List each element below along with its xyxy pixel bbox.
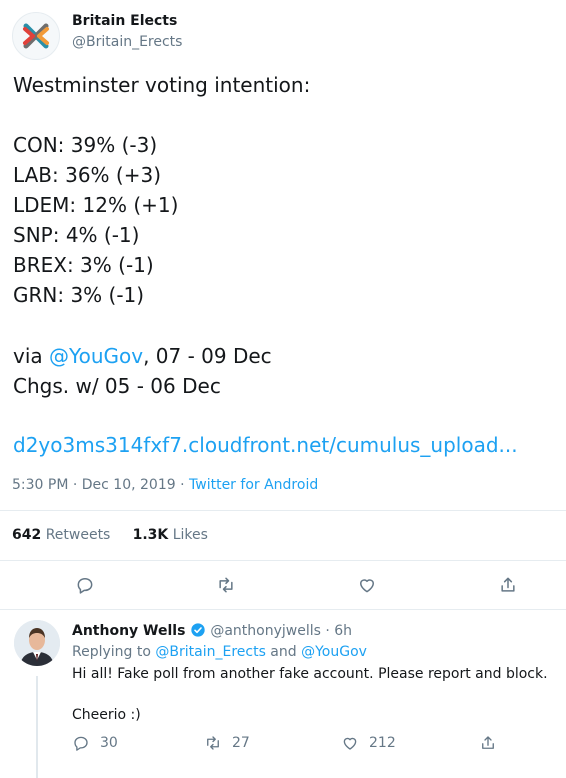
heart-icon <box>343 737 357 750</box>
result-line: LAB: 36% (+3) <box>13 163 161 187</box>
replying-user-link[interactable]: @Britain_Erects <box>155 644 265 660</box>
result-line: LDEM: 12% (+1) <box>13 193 179 217</box>
reply-author-avatar[interactable] <box>14 620 60 666</box>
share-icon <box>501 577 515 592</box>
tweet-heading: Westminster voting intention: <box>13 73 311 97</box>
likes-label: Likes <box>172 527 208 543</box>
like-button[interactable] <box>354 572 380 598</box>
replying-prefix: Replying to <box>72 644 156 660</box>
reply-icon <box>77 578 93 594</box>
reply-button[interactable] <box>72 572 98 598</box>
reply-header: Anthony Wells @anthonyjwells · 6h <box>72 622 352 642</box>
reply-icon <box>74 736 88 751</box>
retweet-icon <box>207 736 219 750</box>
reply-age: · 6h <box>320 623 353 639</box>
thread-line <box>36 676 38 778</box>
divider <box>0 609 566 610</box>
reply-replies-count: 30 <box>100 735 118 751</box>
reply-share-button[interactable] <box>479 734 497 752</box>
reply-text-line: Cheerio :) <box>72 707 141 723</box>
likes-stat[interactable]: 1.3K Likes <box>133 527 208 543</box>
divider <box>0 560 566 561</box>
share-icon <box>482 736 494 749</box>
via-prefix: via <box>13 344 50 368</box>
heart-icon <box>360 579 374 593</box>
via-line: via @YouGov, 07 - 09 Dec <box>13 341 272 371</box>
tweet-timestamp[interactable]: 5:30 PM · Dec 10, 2019 <box>12 477 176 493</box>
divider <box>0 510 566 511</box>
reply-retweet-button[interactable]: 27 <box>204 734 250 752</box>
tweet-source-link[interactable]: Twitter for Android <box>189 477 318 493</box>
verified-badge-icon <box>190 622 206 642</box>
retweet-icon <box>219 577 233 593</box>
result-line: SNP: 4% (-1) <box>13 223 140 247</box>
result-line: BREX: 3% (-1) <box>13 253 154 277</box>
retweet-button[interactable] <box>213 572 239 598</box>
reply-likes-count: 212 <box>369 735 396 751</box>
via-dates: , 07 - 09 Dec <box>143 344 272 368</box>
retweets-count: 642 <box>12 527 42 543</box>
likes-count: 1.3K <box>132 527 169 543</box>
author-handle[interactable]: @Britain_Erects <box>72 34 182 50</box>
author-avatar[interactable] <box>12 12 60 60</box>
reply-author-name[interactable]: Anthony Wells <box>72 623 185 639</box>
replying-and: and <box>265 644 302 660</box>
meta-separator: · <box>175 477 190 493</box>
changes-line: Chgs. w/ 05 - 06 Dec <box>13 374 221 398</box>
yougov-mention-link[interactable]: @YouGov <box>49 344 143 368</box>
reply-author-handle[interactable]: @anthonyjwells <box>210 623 321 639</box>
reply-like-button[interactable]: 212 <box>341 734 396 752</box>
tweet-stats: 642 Retweets 1.3K Likes <box>12 527 208 543</box>
replying-to: Replying to @Britain_Erects and @YouGov <box>72 644 367 660</box>
retweets-stat[interactable]: 642 Retweets <box>12 527 110 543</box>
retweets-label: Retweets <box>45 527 111 543</box>
share-button[interactable] <box>495 572 521 598</box>
person-photo-icon <box>14 620 60 666</box>
reply-text-line: Hi all! Fake poll from another fake acco… <box>72 666 548 682</box>
result-line: CON: 39% (-3) <box>13 133 158 157</box>
result-line: GRN: 3% (-1) <box>13 283 145 307</box>
replying-user-link[interactable]: @YouGov <box>301 644 367 660</box>
reply-retweets-count: 27 <box>232 735 250 751</box>
tweet-meta: 5:30 PM · Dec 10, 2019 · Twitter for And… <box>12 477 318 493</box>
reply-reply-button[interactable]: 30 <box>72 734 118 752</box>
tweet-url-link[interactable]: d2yo3ms314fxf7.cloudfront.net/cumulus_up… <box>13 430 518 460</box>
britain-elects-logo-icon <box>23 23 49 49</box>
author-name[interactable]: Britain Elects <box>72 13 177 29</box>
